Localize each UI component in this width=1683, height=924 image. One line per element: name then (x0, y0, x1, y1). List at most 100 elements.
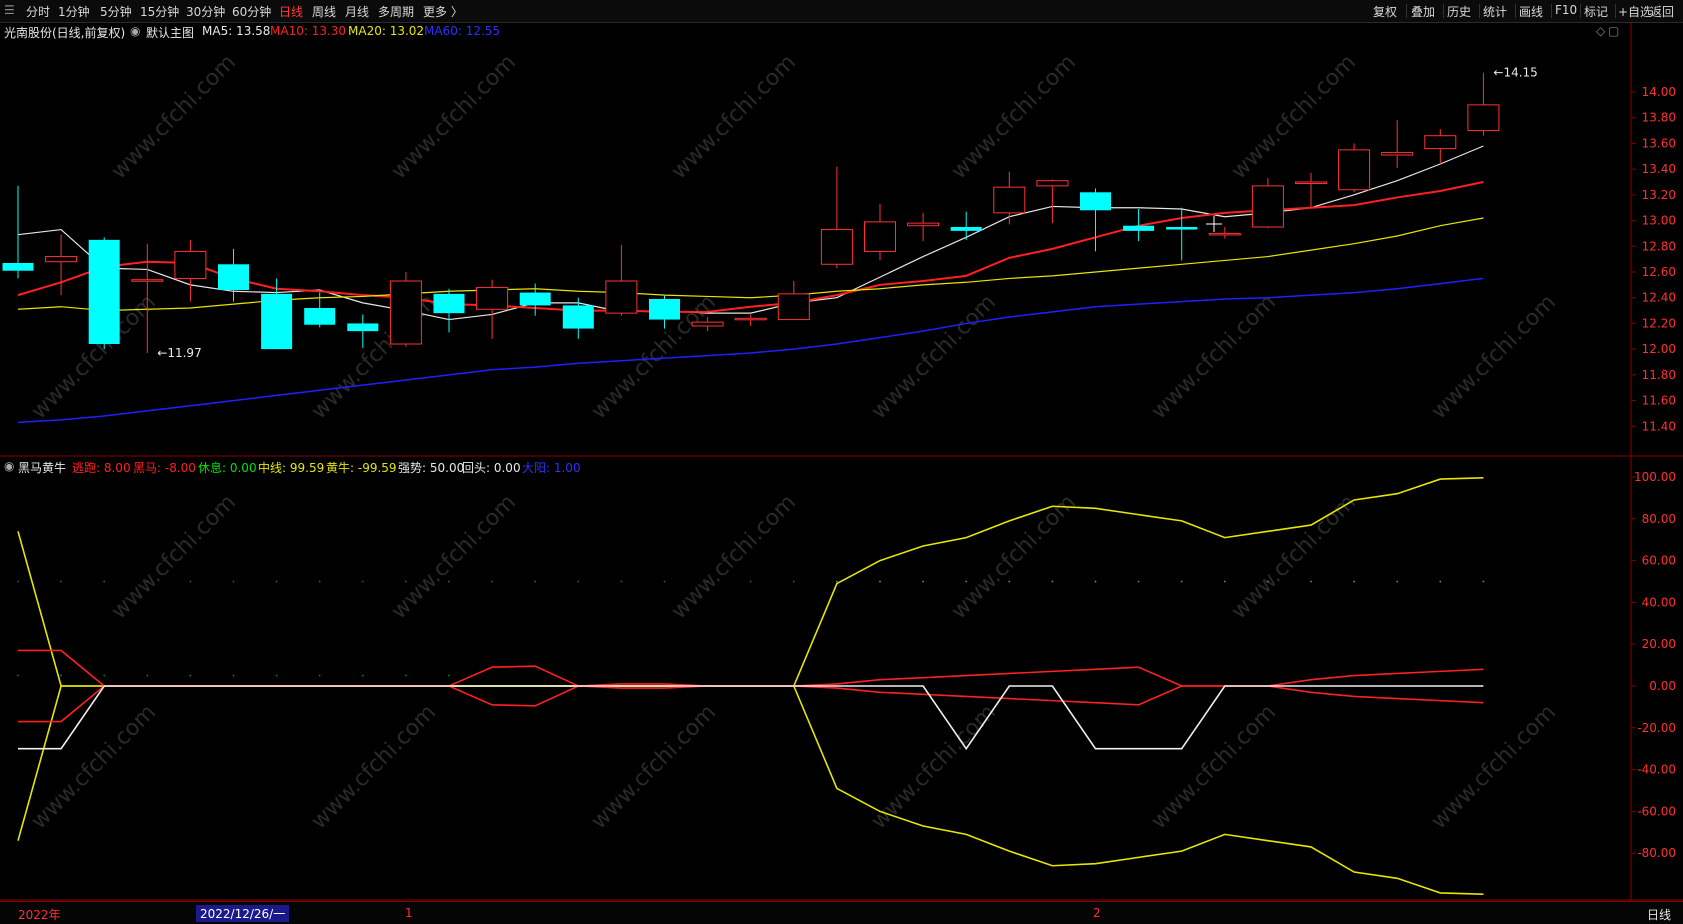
diamond-icon[interactable]: ◇ (1596, 24, 1605, 38)
tab-weekly[interactable]: 周线 (312, 3, 336, 20)
indicator-name[interactable]: 默认主图 (146, 24, 194, 41)
qiangshi-dot (275, 580, 278, 583)
main-y-tick-label: 11.60 (1642, 394, 1676, 408)
watermark-text: www.cfchi.com (307, 700, 441, 834)
price-extreme-label: ←11.97 (157, 346, 201, 360)
ma10-value: MA10: 13.30 (270, 24, 347, 38)
sub-y-tick-label: -40.00 (1637, 763, 1676, 777)
qiangshi-dot (1008, 580, 1011, 583)
candle-body (993, 186, 1026, 214)
add-watchlist-button[interactable]: +自选 (1618, 3, 1652, 20)
xiuxi-dot (448, 674, 450, 677)
candle-body (174, 250, 207, 279)
candle-body (433, 293, 465, 314)
watermark-text: www.cfchi.com (1427, 700, 1561, 834)
sub-chart-infobar: ◉ 黑马黄牛 逃跑: 8.00 黑马: -8.00 休息: 0.00 中线: 9… (0, 457, 1610, 475)
heima-line (18, 685, 1484, 723)
xiuxi-dot (17, 674, 19, 677)
year-label: 2022年 (18, 908, 61, 922)
settings-dot-icon[interactable]: ◉ (130, 24, 140, 38)
watermark-text: www.cfchi.com (667, 490, 801, 624)
date-axis-bar: 2022年 2022/12/26/一 1 2 日线 (0, 901, 1683, 924)
tab-1min[interactable]: 1分钟 (58, 3, 90, 20)
candle (950, 211, 982, 240)
candle (88, 237, 120, 350)
qiangshi-dot (879, 580, 881, 583)
menu-icon[interactable]: ☰ (4, 3, 15, 17)
period-label[interactable]: 日线 (1647, 906, 1671, 923)
tab-monthly[interactable]: 月线 (345, 3, 369, 20)
candle-body (131, 279, 164, 282)
candle (1381, 120, 1414, 168)
xiuxi-value: 休息: 0.00 (198, 461, 257, 475)
mark-button[interactable]: 标记 (1584, 3, 1608, 20)
candle-body (777, 293, 810, 321)
candle-body (1338, 149, 1371, 191)
qiangshi-dot (361, 580, 364, 583)
qiangshi-dot (448, 580, 450, 583)
qiangshi-dot (491, 580, 493, 583)
candle (1251, 178, 1284, 229)
tab-daily[interactable]: 日线 (279, 3, 303, 20)
candle-body (45, 256, 78, 263)
candle-body (864, 221, 896, 252)
zhongxian-line (17, 477, 1484, 687)
candle-body (1166, 227, 1198, 230)
tab-60min[interactable]: 60分钟 (232, 3, 271, 20)
candle (389, 272, 422, 347)
watermark-text: www.cfchi.com (587, 700, 721, 834)
candle (907, 212, 940, 242)
main-y-tick-label: 13.20 (1642, 188, 1676, 202)
stats-button[interactable]: 统计 (1483, 3, 1507, 20)
watermark-text: www.cfchi.com (27, 700, 161, 834)
candle (562, 297, 594, 339)
main-y-tick-label: 12.80 (1642, 239, 1676, 253)
qiangshi-dot (405, 580, 407, 583)
candle (174, 239, 207, 302)
draw-button[interactable]: 画线 (1519, 3, 1543, 20)
watermark-text: www.cfchi.com (107, 490, 241, 624)
ma-line-ma60 (17, 277, 1484, 424)
qiangshi-dot (17, 580, 19, 583)
sub-indicator-name[interactable]: 黑马黄牛 (18, 459, 66, 476)
candle-body (820, 229, 853, 265)
qiangshi-dot (1482, 580, 1485, 583)
tab-15min[interactable]: 15分钟 (140, 3, 179, 20)
xiuxi-dot (146, 674, 149, 677)
candle (433, 288, 465, 333)
qiangshi-dot (965, 580, 968, 583)
fuquan-button[interactable]: 复权 (1373, 3, 1397, 20)
sub-indicator-chart (17, 477, 1485, 895)
watermark-text: www.cfchi.com (1227, 490, 1361, 624)
qiangshi-dot (577, 580, 580, 583)
candle-body (1080, 192, 1111, 211)
tab-fenshi[interactable]: 分时 (26, 3, 50, 20)
candle (1208, 227, 1241, 239)
candle-body (389, 280, 422, 345)
candle (1036, 179, 1069, 224)
tab-30min[interactable]: 30分钟 (186, 3, 225, 20)
watermark-text: www.cfchi.com (867, 290, 1001, 424)
overlay-button[interactable]: 叠加 (1411, 3, 1435, 20)
candle (1123, 209, 1155, 242)
candle (649, 295, 680, 329)
indicator-dot-icon[interactable]: ◉ (4, 459, 14, 473)
f10-button[interactable]: F10 (1555, 3, 1577, 17)
qiangshi-dot (189, 580, 192, 583)
tab-5min[interactable]: 5分钟 (100, 3, 132, 20)
tab-multi-period[interactable]: 多周期 (378, 3, 414, 20)
history-button[interactable]: 历史 (1447, 3, 1471, 20)
watermark-text: www.cfchi.com (947, 490, 1081, 624)
tab-more[interactable]: 更多 〉 (423, 3, 463, 20)
cursor-date: 2022/12/26/一 (196, 905, 290, 922)
candle-body (1467, 104, 1500, 132)
candle-body (304, 308, 336, 325)
main-y-tick-label: 11.80 (1642, 368, 1676, 382)
qiangshi-dot (1137, 580, 1140, 583)
month-1-label: 1 (405, 906, 413, 920)
qiangshi-dot (146, 580, 149, 583)
back-button[interactable]: 返回 (1650, 3, 1674, 20)
stock-name[interactable]: 光南股份(日线,前复权) (4, 24, 125, 41)
taopao-value: 逃跑: 8.00 (72, 461, 131, 475)
window-icon[interactable]: ▢ (1608, 24, 1619, 38)
